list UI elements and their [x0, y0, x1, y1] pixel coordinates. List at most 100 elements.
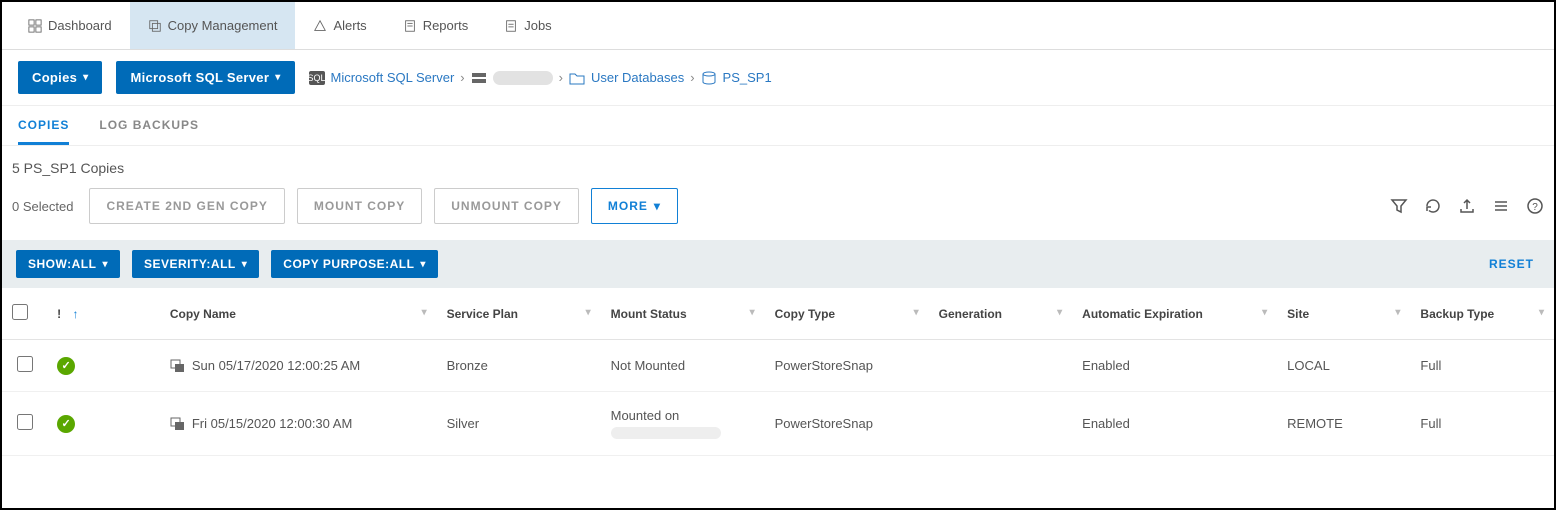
- cell-mount-status: Not Mounted: [601, 340, 765, 392]
- dashboard-icon: [28, 19, 42, 33]
- select-all-checkbox[interactable]: [12, 304, 28, 320]
- unmount-copy-button[interactable]: UNMOUNT COPY: [434, 188, 579, 224]
- copy-icon: [170, 359, 186, 373]
- cell-service-plan: Silver: [437, 392, 601, 456]
- cell-auto-exp: Enabled: [1072, 340, 1277, 392]
- filter-caret-icon: ▾: [1395, 307, 1400, 318]
- col-copy-name[interactable]: Copy Name ▾: [160, 288, 437, 340]
- sort-asc-icon: ↑: [72, 307, 78, 321]
- inner-tab-log-backups[interactable]: LOG BACKUPS: [99, 118, 199, 145]
- col-exp-label: Automatic Expiration: [1082, 307, 1203, 321]
- breadcrumb-leaf[interactable]: PS_SP1: [723, 70, 772, 85]
- col-generation[interactable]: Generation▾: [929, 288, 1073, 340]
- export-icon[interactable]: [1458, 197, 1476, 215]
- cell-copy-name: Fri 05/15/2020 12:00:30 AM: [192, 416, 352, 431]
- tab-copy-management[interactable]: Copy Management: [130, 2, 296, 49]
- breadcrumb-sep: ›: [690, 70, 694, 85]
- table-row[interactable]: Sun 05/17/2020 12:00:25 AM Bronze Not Mo…: [2, 340, 1554, 392]
- server-dropdown-label: Microsoft SQL Server: [130, 70, 269, 85]
- col-mount-status[interactable]: Mount Status▾: [601, 288, 765, 340]
- breadcrumb-server-redacted: [493, 71, 553, 85]
- cell-copy-name: Sun 05/17/2020 12:00:25 AM: [192, 358, 360, 373]
- tab-reports[interactable]: Reports: [385, 2, 487, 49]
- filter-severity[interactable]: SEVERITY:ALL ▾: [132, 250, 259, 278]
- col-gen-label: Generation: [939, 307, 1002, 321]
- actions-row: 0 Selected CREATE 2ND GEN COPY MOUNT COP…: [2, 182, 1554, 240]
- filter-caret-icon: ▾: [750, 307, 755, 318]
- list-view-icon[interactable]: [1492, 197, 1510, 215]
- filter-show-label: SHOW:ALL: [28, 257, 96, 271]
- selected-count: 0 Selected: [12, 199, 73, 214]
- tab-alerts-label: Alerts: [333, 18, 366, 33]
- more-button[interactable]: MORE ▾: [591, 188, 678, 224]
- col-ct-label: Copy Type: [775, 307, 835, 321]
- chevron-down-icon: ▾: [242, 259, 248, 270]
- status-ok-icon: [57, 415, 75, 433]
- help-icon[interactable]: ?: [1526, 197, 1544, 215]
- cell-site: REMOTE: [1277, 392, 1410, 456]
- chevron-down-icon: ▾: [420, 259, 426, 270]
- mount-copy-button[interactable]: MOUNT COPY: [297, 188, 422, 224]
- sql-icon: SQL: [309, 71, 325, 85]
- reset-filters[interactable]: RESET: [1489, 257, 1540, 271]
- server-dropdown-button[interactable]: Microsoft SQL Server ▾: [116, 61, 294, 94]
- chevron-down-icon: ▾: [102, 259, 108, 270]
- filter-caret-icon: ▾: [1262, 307, 1267, 318]
- filter-caret-icon: ▾: [586, 307, 591, 318]
- col-status[interactable]: ! ↑: [47, 288, 160, 340]
- inner-tab-copies[interactable]: COPIES: [18, 118, 69, 145]
- copies-dropdown-button[interactable]: Copies ▾: [18, 61, 102, 94]
- filter-caret-icon: ▾: [422, 307, 427, 318]
- breadcrumb-sep: ›: [559, 70, 563, 85]
- cell-generation: [929, 340, 1073, 392]
- filter-copy-purpose-label: COPY PURPOSE:ALL: [283, 257, 414, 271]
- breadcrumb-folder[interactable]: User Databases: [591, 70, 684, 85]
- cell-mount-target-redacted: [611, 427, 721, 439]
- col-copy-type[interactable]: Copy Type ▾: [765, 288, 929, 340]
- row-checkbox[interactable]: [17, 356, 33, 372]
- create-2nd-gen-button[interactable]: CREATE 2ND GEN COPY: [89, 188, 284, 224]
- jobs-icon: [504, 19, 518, 33]
- tab-dashboard[interactable]: Dashboard: [10, 2, 130, 49]
- col-backup-type[interactable]: Backup Type▾: [1410, 288, 1554, 340]
- more-label: MORE: [608, 199, 648, 213]
- breadcrumb-root[interactable]: Microsoft SQL Server: [331, 70, 455, 85]
- tab-jobs[interactable]: Jobs: [486, 2, 569, 49]
- col-site[interactable]: Site ▾: [1277, 288, 1410, 340]
- refresh-icon[interactable]: [1424, 197, 1442, 215]
- cell-backup-type: Full: [1410, 392, 1554, 456]
- cell-copy-type: PowerStoreSnap: [765, 392, 929, 456]
- breadcrumb-sep: ›: [460, 70, 464, 85]
- copies-table: ! ↑ Copy Name ▾ Service Plan▾ Mount Statu…: [2, 288, 1554, 456]
- col-site-label: Site: [1287, 307, 1309, 321]
- filter-caret-icon: ▾: [914, 307, 919, 318]
- server-icon: [471, 71, 487, 85]
- col-bt-label: Backup Type: [1420, 307, 1494, 321]
- toolbar-icons: ?: [1390, 197, 1544, 215]
- cell-backup-type: Full: [1410, 340, 1554, 392]
- sub-nav: Copies ▾ Microsoft SQL Server ▾ SQL Micr…: [2, 50, 1554, 106]
- tab-alerts[interactable]: Alerts: [295, 2, 384, 49]
- cell-service-plan: Bronze: [437, 340, 601, 392]
- copies-count: 5 PS_SP1 Copies: [2, 146, 1554, 182]
- col-auto-expiration[interactable]: Automatic Expiration ▾: [1072, 288, 1277, 340]
- row-checkbox[interactable]: [17, 414, 33, 430]
- cell-auto-exp: Enabled: [1072, 392, 1277, 456]
- col-select-all[interactable]: [2, 288, 47, 340]
- cell-generation: [929, 392, 1073, 456]
- col-status-label: !: [57, 307, 61, 321]
- col-service-plan[interactable]: Service Plan▾: [437, 288, 601, 340]
- col-name-label: Copy Name: [170, 307, 236, 321]
- filter-show[interactable]: SHOW:ALL ▾: [16, 250, 120, 278]
- table-row[interactable]: Fri 05/15/2020 12:00:30 AM Silver Mounte…: [2, 392, 1554, 456]
- tab-jobs-label: Jobs: [524, 18, 551, 33]
- cell-copy-type: PowerStoreSnap: [765, 340, 929, 392]
- filter-severity-label: SEVERITY:ALL: [144, 257, 236, 271]
- copy-icon: [170, 417, 186, 431]
- chevron-down-icon: ▾: [275, 72, 280, 83]
- chevron-down-icon: ▾: [654, 199, 661, 213]
- filter-copy-purpose[interactable]: COPY PURPOSE:ALL ▾: [271, 250, 438, 278]
- chevron-down-icon: ▾: [83, 72, 88, 83]
- filter-icon[interactable]: [1390, 197, 1408, 215]
- status-ok-icon: [57, 357, 75, 375]
